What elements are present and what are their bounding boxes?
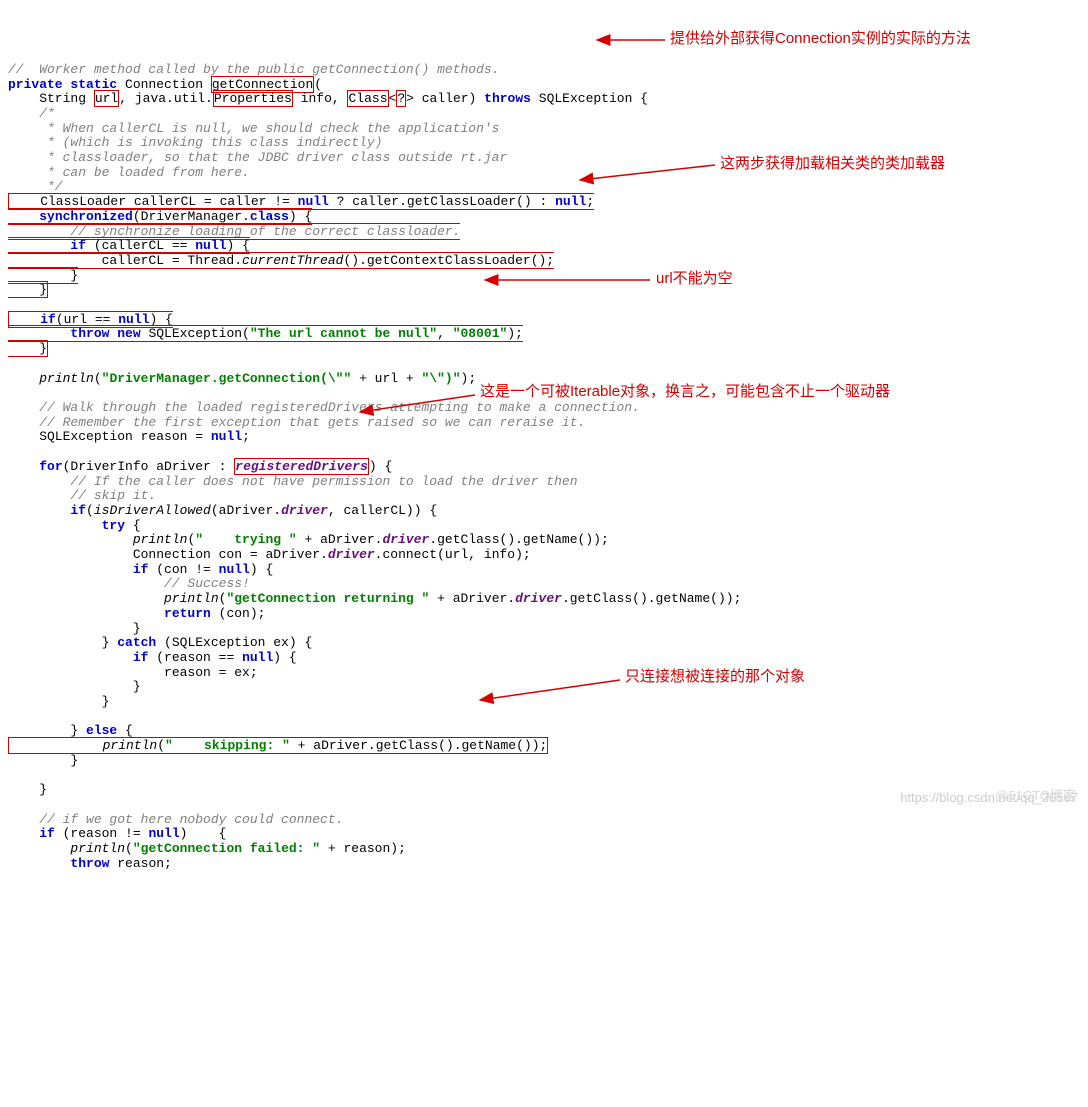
box-Class: Class (347, 90, 388, 107)
box-registeredDrivers: registeredDrivers (234, 458, 369, 475)
watermark-text-2: @51CTO博客 (995, 789, 1076, 804)
box-url: url (94, 90, 119, 107)
annotation-5: 只连接想被连接的那个对象 (625, 670, 805, 685)
box-classloader-block: ClassLoader callerCL = caller != null ? … (8, 193, 594, 298)
code-block: // Worker method called by the public ge… (8, 63, 1080, 872)
box-url-null-block: if(url == null) { throw new SQLException… (8, 311, 523, 357)
annotation-3: url不能为空 (656, 272, 733, 287)
annotation-2: 这两步获得加载相关类的类加载器 (720, 157, 945, 172)
box-Properties: Properties (213, 90, 293, 107)
annotation-1: 提供给外部获得Connection实例的实际的方法 (670, 32, 971, 47)
box-skipping-line: println(" skipping: " + aDriver.getClass… (8, 737, 548, 754)
comment: // Worker method called by the public ge… (8, 62, 499, 77)
annotation-4: 这是一个可被Iterable对象，换言之，可能包含不止一个驱动器 (480, 385, 890, 400)
box-wildcard: ? (396, 90, 406, 107)
